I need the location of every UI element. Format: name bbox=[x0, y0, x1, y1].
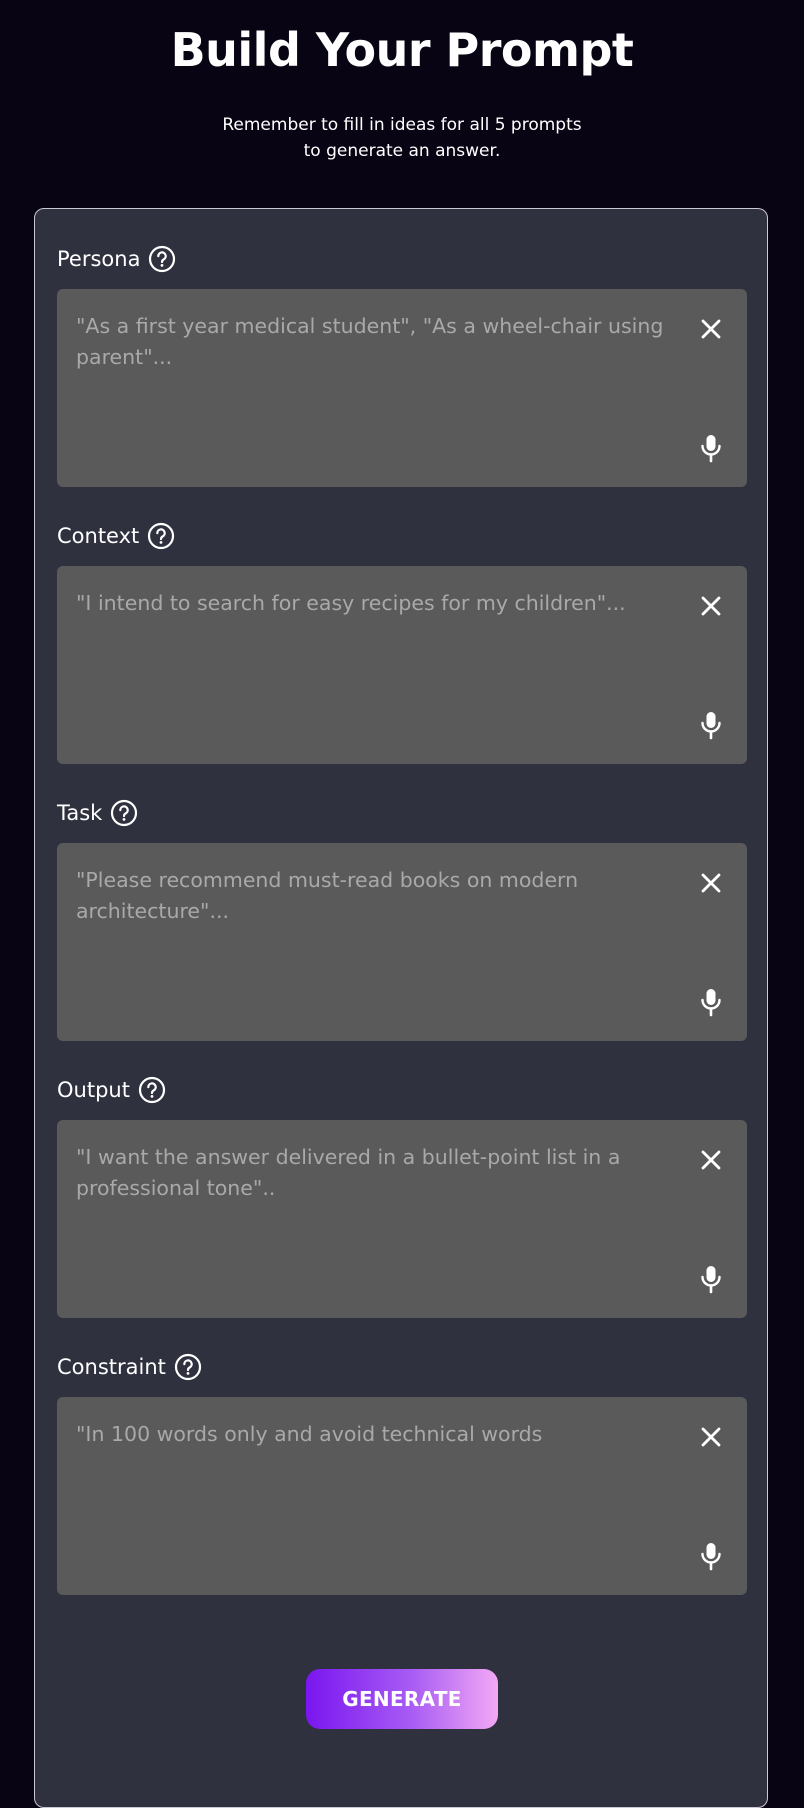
subtitle-line-2: to generate an answer. bbox=[303, 141, 501, 161]
field-label-output: Output bbox=[57, 1078, 130, 1102]
question-circle-icon[interactable] bbox=[138, 1076, 166, 1104]
output-input[interactable] bbox=[57, 1120, 677, 1318]
close-icon[interactable] bbox=[697, 869, 725, 897]
question-circle-icon[interactable] bbox=[110, 799, 138, 827]
field-label-context: Context bbox=[57, 524, 140, 548]
question-circle-icon[interactable] bbox=[148, 245, 176, 273]
field-label-row: Constraint bbox=[57, 1351, 747, 1383]
task-input-box bbox=[57, 843, 747, 1041]
page-subtitle: Remember to fill in ideas for all 5 prom… bbox=[0, 112, 804, 164]
field-label-row: Output bbox=[57, 1074, 747, 1106]
page-title: Build Your Prompt bbox=[170, 23, 634, 77]
question-circle-icon[interactable] bbox=[174, 1353, 202, 1381]
microphone-icon[interactable] bbox=[699, 1264, 723, 1294]
microphone-icon[interactable] bbox=[699, 987, 723, 1017]
question-circle-icon[interactable] bbox=[147, 522, 175, 550]
context-input[interactable] bbox=[57, 566, 677, 764]
field-label-row: Persona bbox=[57, 243, 747, 275]
field-task: Task bbox=[57, 797, 747, 1041]
field-constraint: Constraint bbox=[57, 1351, 747, 1595]
microphone-icon[interactable] bbox=[699, 433, 723, 463]
close-icon[interactable] bbox=[697, 315, 725, 343]
field-label-task: Task bbox=[57, 801, 103, 825]
microphone-icon[interactable] bbox=[699, 1541, 723, 1571]
output-input-box bbox=[57, 1120, 747, 1318]
prompt-form-card: Persona Context bbox=[34, 208, 768, 1808]
generate-button[interactable]: GENERATE bbox=[306, 1669, 498, 1729]
field-output: Output bbox=[57, 1074, 747, 1318]
field-context: Context bbox=[57, 520, 747, 764]
field-label-row: Task bbox=[57, 797, 747, 829]
persona-input[interactable] bbox=[57, 289, 677, 487]
context-input-box bbox=[57, 566, 747, 764]
constraint-input-box bbox=[57, 1397, 747, 1595]
close-icon[interactable] bbox=[697, 1423, 725, 1451]
close-icon[interactable] bbox=[697, 1146, 725, 1174]
field-persona: Persona bbox=[57, 243, 747, 487]
field-label-persona: Persona bbox=[57, 247, 141, 271]
subtitle-line-1: Remember to fill in ideas for all 5 prom… bbox=[222, 115, 582, 135]
persona-input-box bbox=[57, 289, 747, 487]
close-icon[interactable] bbox=[697, 592, 725, 620]
field-label-row: Context bbox=[57, 520, 747, 552]
field-label-constraint: Constraint bbox=[57, 1355, 166, 1379]
microphone-icon[interactable] bbox=[699, 710, 723, 740]
task-input[interactable] bbox=[57, 843, 677, 1041]
constraint-input[interactable] bbox=[57, 1397, 677, 1595]
